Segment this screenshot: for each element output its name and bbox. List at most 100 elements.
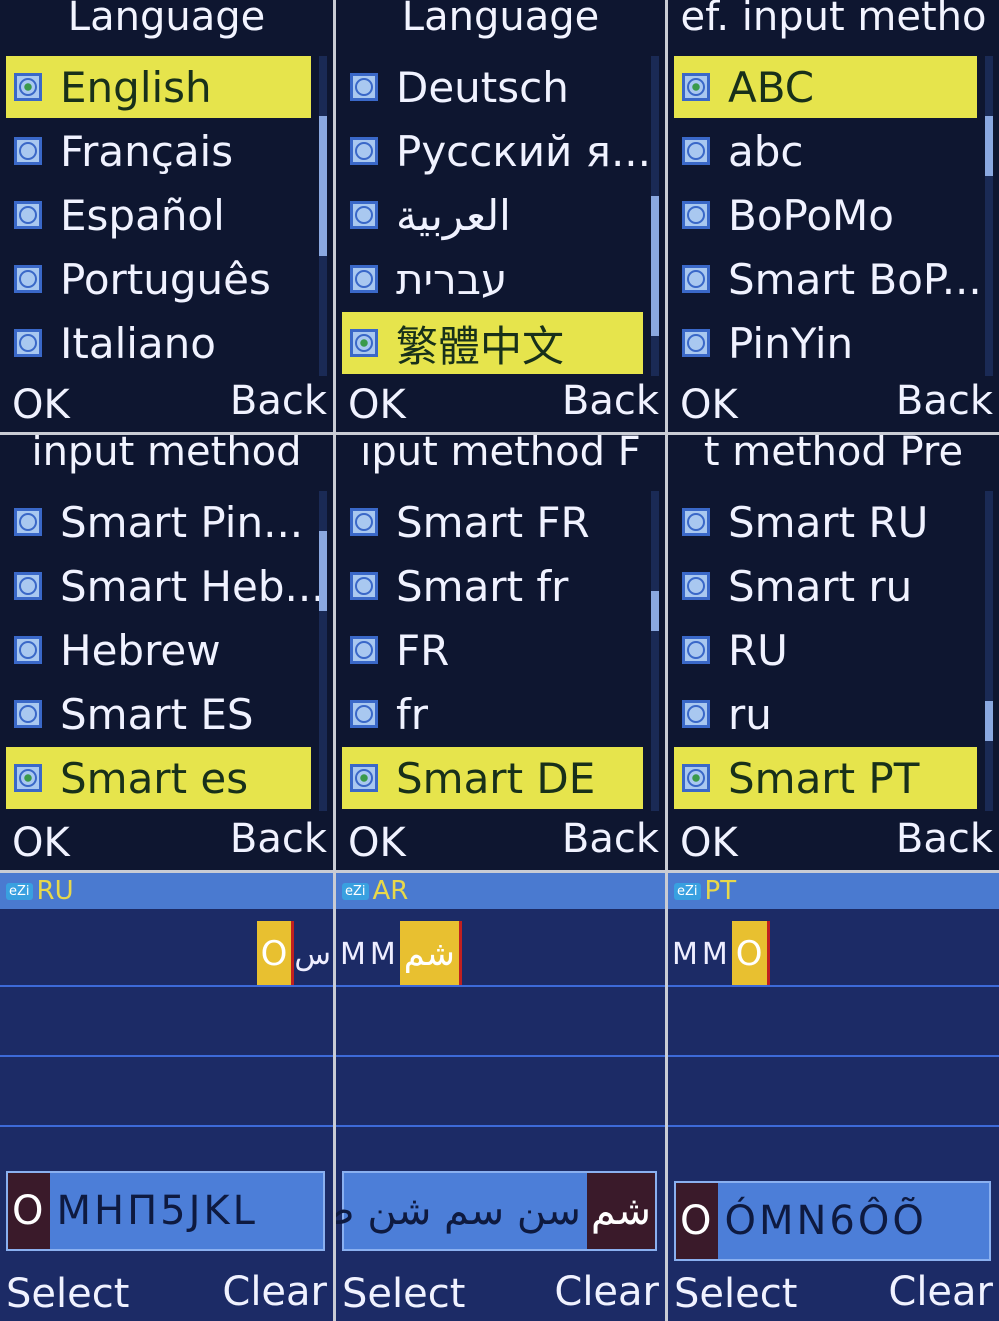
list-item[interactable]: Português: [6, 248, 311, 310]
scrollbar-thumb[interactable]: [319, 116, 327, 256]
radio-icon[interactable]: [14, 636, 42, 664]
back-softkey[interactable]: Back: [896, 816, 993, 862]
scrollbar[interactable]: [319, 56, 327, 376]
candidate-bar[interactable]: O ÓMN6ÔÕ: [674, 1181, 991, 1261]
list-item[interactable]: Smart Pin...: [6, 491, 311, 553]
select-softkey[interactable]: Select: [342, 1271, 465, 1317]
clear-softkey[interactable]: Clear: [222, 1269, 327, 1315]
list-item[interactable]: BoPoMo: [674, 184, 977, 246]
select-softkey[interactable]: Select: [674, 1271, 797, 1317]
list-item[interactable]: Русский я...: [342, 120, 651, 182]
candidate-bar[interactable]: O MHП5JKL: [6, 1171, 325, 1251]
radio-icon[interactable]: [14, 700, 42, 728]
scrollbar[interactable]: [985, 491, 993, 811]
select-softkey[interactable]: Select: [6, 1271, 129, 1317]
radio-icon[interactable]: [14, 572, 42, 600]
radio-icon[interactable]: [14, 137, 42, 165]
radio-icon[interactable]: [350, 764, 378, 792]
list-item[interactable]: Deutsch: [342, 56, 643, 118]
list-item[interactable]: Smart fr: [342, 555, 643, 617]
scrollbar[interactable]: [985, 56, 993, 376]
list-item[interactable]: Smart FR: [342, 491, 643, 553]
candidate-list[interactable]: سن سم شن صم: [336, 1188, 587, 1234]
radio-icon[interactable]: [682, 764, 710, 792]
radio-icon[interactable]: [14, 265, 42, 293]
list-item[interactable]: Smart ES: [6, 683, 311, 745]
radio-icon[interactable]: [682, 636, 710, 664]
list-item[interactable]: ABC: [674, 56, 977, 118]
clear-softkey[interactable]: Clear: [888, 1269, 993, 1315]
ok-softkey[interactable]: OK: [12, 820, 70, 866]
list-item[interactable]: Hebrew: [6, 619, 311, 681]
scrollbar-thumb[interactable]: [985, 116, 993, 176]
list-item[interactable]: Español: [6, 184, 311, 246]
scrollbar[interactable]: [651, 491, 659, 811]
list-item[interactable]: fr: [342, 683, 643, 745]
selected-candidate[interactable]: O: [676, 1183, 719, 1259]
ok-softkey[interactable]: OK: [680, 382, 738, 428]
radio-icon[interactable]: [682, 508, 710, 536]
radio-icon[interactable]: [14, 764, 42, 792]
back-softkey[interactable]: Back: [896, 378, 993, 424]
ok-softkey[interactable]: OK: [348, 382, 406, 428]
candidate-list[interactable]: ÓMN6ÔÕ: [718, 1198, 932, 1244]
ok-softkey[interactable]: OK: [12, 382, 70, 428]
list-item[interactable]: Smart BoP...: [674, 248, 982, 310]
candidate-bar[interactable]: شمسن سم شن صم: [336, 1171, 657, 1251]
back-softkey[interactable]: Back: [230, 816, 327, 862]
list-item[interactable]: עברית: [342, 248, 643, 310]
list-item[interactable]: ru: [674, 683, 977, 745]
radio-icon[interactable]: [350, 137, 378, 165]
radio-icon[interactable]: [350, 201, 378, 229]
ok-softkey[interactable]: OK: [348, 820, 406, 866]
radio-icon[interactable]: [682, 329, 710, 357]
list-item[interactable]: Smart RU: [674, 491, 977, 553]
list-item[interactable]: PinYin: [674, 312, 977, 374]
radio-icon[interactable]: [14, 329, 42, 357]
radio-icon[interactable]: [14, 508, 42, 536]
list-item[interactable]: Français: [6, 120, 311, 182]
radio-icon[interactable]: [682, 73, 710, 101]
scrollbar-thumb[interactable]: [319, 531, 327, 611]
list-item[interactable]: abc: [674, 120, 977, 182]
radio-icon[interactable]: [682, 572, 710, 600]
radio-icon[interactable]: [14, 201, 42, 229]
list-item[interactable]: RU: [674, 619, 977, 681]
radio-icon[interactable]: [682, 265, 710, 293]
back-softkey[interactable]: Back: [562, 816, 659, 862]
scrollbar[interactable]: [319, 491, 327, 811]
selected-candidate[interactable]: O: [8, 1173, 51, 1249]
list-item[interactable]: English: [6, 56, 311, 118]
back-softkey[interactable]: Back: [562, 378, 659, 424]
radio-icon[interactable]: [682, 700, 710, 728]
radio-icon[interactable]: [682, 201, 710, 229]
radio-icon[interactable]: [350, 265, 378, 293]
text-entry[interactable]: MM O: [672, 921, 770, 987]
scrollbar-thumb[interactable]: [651, 591, 659, 631]
selected-candidate[interactable]: شم: [586, 1173, 655, 1249]
ok-softkey[interactable]: OK: [680, 820, 738, 866]
radio-icon[interactable]: [350, 636, 378, 664]
list-item[interactable]: Smart PT: [674, 747, 977, 809]
radio-icon[interactable]: [350, 572, 378, 600]
radio-icon[interactable]: [682, 137, 710, 165]
text-entry[interactable]: Oس: [256, 921, 331, 987]
clear-softkey[interactable]: Clear: [554, 1269, 659, 1315]
candidate-list[interactable]: MHП5JKL: [50, 1188, 263, 1234]
scrollbar[interactable]: [651, 56, 659, 376]
list-item[interactable]: Smart es: [6, 747, 311, 809]
list-item[interactable]: FR: [342, 619, 643, 681]
back-softkey[interactable]: Back: [230, 378, 327, 424]
scrollbar-thumb[interactable]: [985, 701, 993, 741]
list-item[interactable]: العربية: [342, 184, 643, 246]
radio-icon[interactable]: [350, 508, 378, 536]
list-item[interactable]: Italiano: [6, 312, 311, 374]
list-item[interactable]: Smart DE: [342, 747, 643, 809]
radio-icon[interactable]: [350, 329, 378, 357]
list-item[interactable]: Smart Heb...: [6, 555, 325, 617]
radio-icon[interactable]: [350, 73, 378, 101]
radio-icon[interactable]: [14, 73, 42, 101]
list-item[interactable]: Smart ru: [674, 555, 977, 617]
text-entry[interactable]: MM شم: [340, 921, 462, 987]
scrollbar-thumb[interactable]: [651, 196, 659, 336]
